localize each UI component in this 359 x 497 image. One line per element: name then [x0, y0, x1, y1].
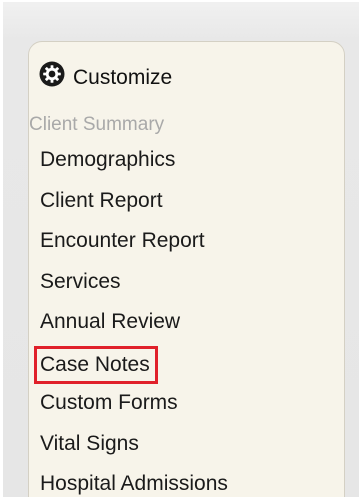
menu-item-label: Demographics	[40, 148, 176, 171]
menu-item-annual-review[interactable]: Annual Review	[40, 308, 231, 349]
client-summary-menu: Demographics Client Report Encounter Rep…	[34, 146, 231, 497]
left-divider	[0, 0, 3, 497]
menu-item-label: Client Report	[40, 188, 163, 212]
menu-item-label: Vital Signs	[40, 431, 139, 455]
top-divider	[0, 0, 359, 2]
menu-item-demographics[interactable]: Demographics	[40, 146, 231, 187]
menu-item-label: Encounter Report	[40, 229, 205, 252]
menu-item-encounter-report[interactable]: Encounter Report	[40, 227, 231, 268]
customize-button[interactable]: Customize	[39, 58, 172, 90]
menu-item-custom-forms[interactable]: Custom Forms	[40, 389, 231, 430]
menu-item-hospital-admissions[interactable]: Hospital Admissions	[40, 470, 231, 497]
menu-item-label: Services	[40, 269, 121, 293]
menu-item-label: Annual Review	[40, 310, 181, 333]
customize-label: Customize	[73, 66, 173, 89]
page: Customize Client Summary Demographics Cl…	[0, 0, 359, 497]
menu-item-client-report[interactable]: Client Report	[40, 187, 231, 228]
menu-item-services[interactable]: Services	[40, 268, 231, 309]
menu-item-case-notes[interactable]: Case Notes	[34, 345, 231, 390]
client-summary-panel: Customize Client Summary Demographics Cl…	[28, 41, 345, 497]
menu-item-label: Hospital Admissions	[40, 472, 228, 495]
gear-icon	[39, 61, 65, 87]
menu-item-vital-signs[interactable]: Vital Signs	[40, 430, 231, 471]
section-title: Client Summary	[29, 114, 165, 135]
menu-item-label: Custom Forms	[40, 391, 178, 414]
menu-item-label: Case Notes	[34, 345, 158, 384]
